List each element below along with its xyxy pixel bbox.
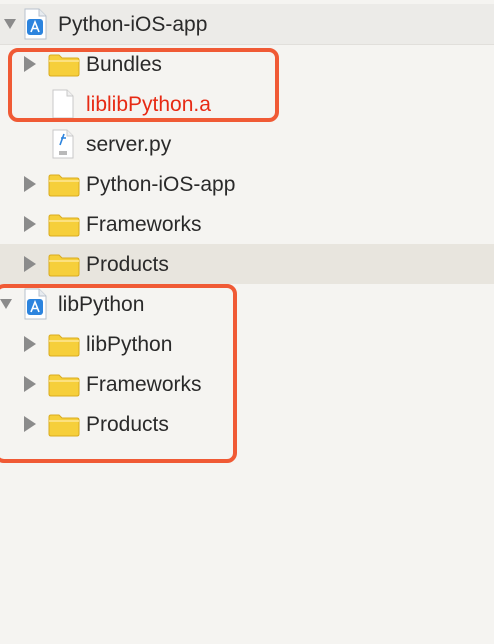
folder-label: Python-iOS-app: [86, 173, 236, 196]
disclosure-collapsed-icon[interactable]: [24, 376, 36, 392]
project-navigator: Python-iOS-app Bundles liblibPython.a se…: [0, 0, 494, 644]
file-label: server.py: [86, 133, 172, 156]
disclosure-collapsed-icon[interactable]: [24, 416, 36, 432]
python-file-icon: [52, 129, 74, 159]
folder-row-products[interactable]: Products: [0, 244, 494, 284]
file-row-liblibpython[interactable]: liblibPython.a: [0, 84, 494, 124]
folder-icon: [48, 53, 80, 77]
folder-row-bundles[interactable]: Bundles: [0, 44, 494, 84]
library-file-icon: [52, 89, 74, 119]
folder-row-frameworks[interactable]: Frameworks: [0, 204, 494, 244]
folder-icon: [48, 413, 80, 437]
folder-icon: [48, 373, 80, 397]
disclosure-collapsed-icon[interactable]: [24, 216, 36, 232]
disclosure-collapsed-icon[interactable]: [24, 256, 36, 272]
folder-icon: [48, 213, 80, 237]
disclosure-collapsed-icon[interactable]: [24, 176, 36, 192]
disclosure-expanded-icon[interactable]: [0, 299, 12, 309]
folder-label: Frameworks: [86, 213, 202, 236]
file-row-server-py[interactable]: server.py: [0, 124, 494, 164]
xcode-project-icon: [23, 288, 47, 320]
folder-label: Frameworks: [86, 373, 202, 396]
folder-row-python-ios-app[interactable]: Python-iOS-app: [0, 164, 494, 204]
folder-label: Bundles: [86, 53, 162, 76]
folder-icon: [48, 173, 80, 197]
disclosure-expanded-icon[interactable]: [4, 19, 16, 29]
folder-icon: [48, 253, 80, 277]
folder-row-libpython[interactable]: libPython: [0, 324, 494, 364]
project-label: libPython: [58, 293, 145, 316]
folder-label: libPython: [86, 333, 173, 356]
project-row-libpython[interactable]: libPython: [0, 284, 494, 324]
folder-label: Products: [86, 413, 169, 436]
project-row-python-ios-app[interactable]: Python-iOS-app: [0, 4, 494, 45]
folder-row-frameworks[interactable]: Frameworks: [0, 364, 494, 404]
folder-label: Products: [86, 253, 169, 276]
disclosure-collapsed-icon[interactable]: [24, 336, 36, 352]
disclosure-collapsed-icon[interactable]: [24, 56, 36, 72]
xcode-project-icon: [23, 8, 47, 40]
project-label: Python-iOS-app: [58, 13, 208, 36]
folder-row-products[interactable]: Products: [0, 404, 494, 444]
missing-file-label: liblibPython.a: [86, 93, 211, 116]
folder-icon: [48, 333, 80, 357]
